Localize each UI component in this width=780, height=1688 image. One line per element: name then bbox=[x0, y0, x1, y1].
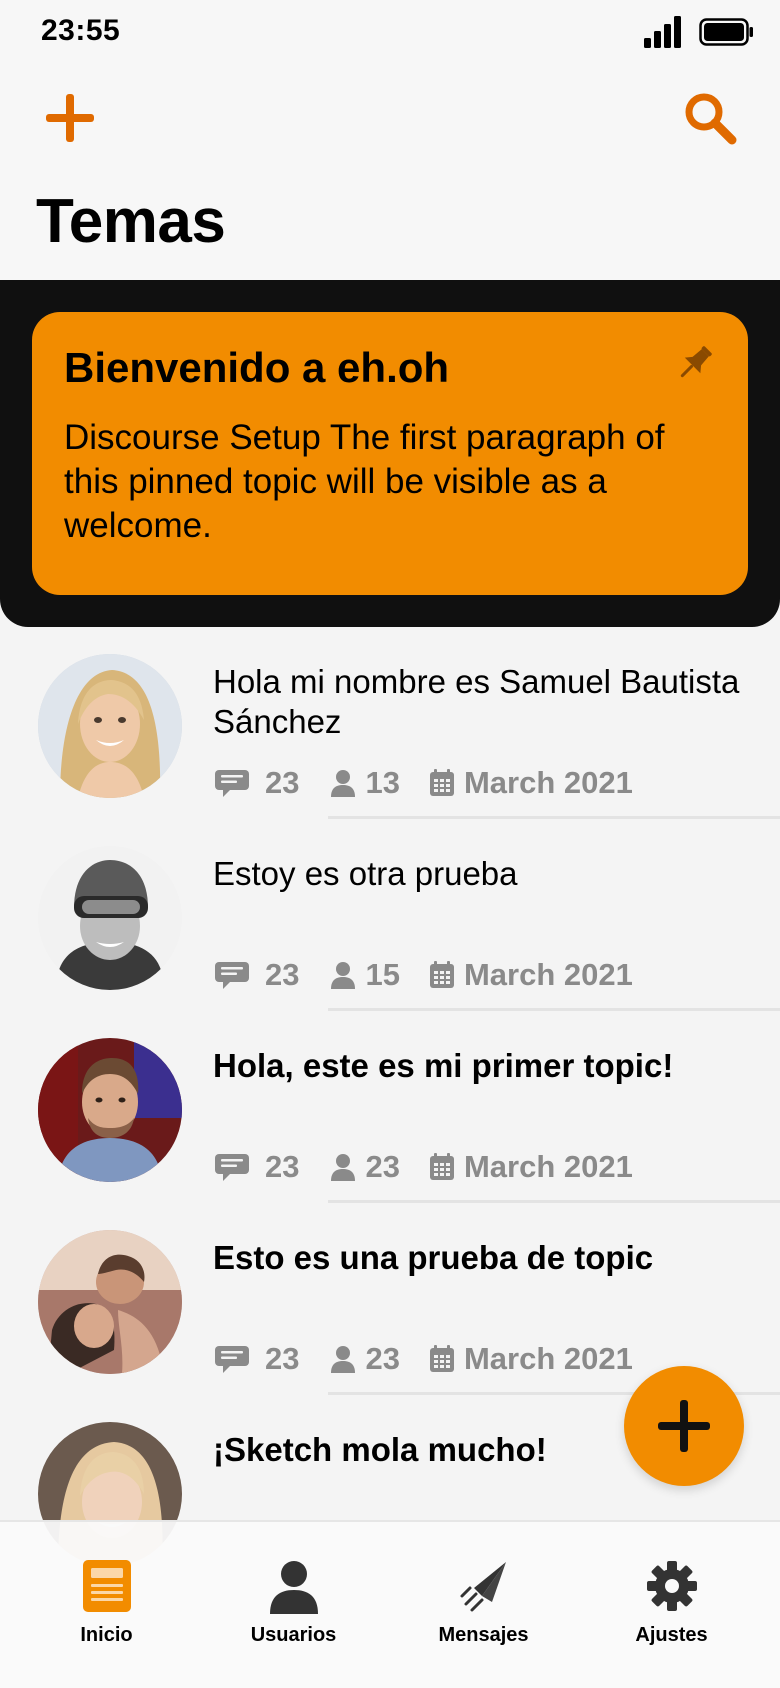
send-icon bbox=[460, 1562, 506, 1612]
replies-count: 23 bbox=[265, 1341, 300, 1376]
tab-ajustes[interactable]: Ajustes bbox=[574, 1522, 769, 1688]
replies-icon bbox=[215, 770, 249, 797]
pinned-section: Bienvenido a eh.oh Discourse Setup The f… bbox=[0, 280, 780, 627]
tab-bar: Inicio Usuarios Mensajes Ajustes bbox=[0, 1520, 780, 1688]
user-icon bbox=[331, 770, 356, 797]
tab-label: Mensajes bbox=[438, 1624, 529, 1646]
tab-inicio[interactable]: Inicio bbox=[9, 1522, 204, 1688]
topic-row[interactable]: Hola, este es mi primer topic! 23 23 Mar… bbox=[0, 1011, 780, 1203]
top-bar: 23:55 Temas bbox=[0, 0, 780, 280]
pinned-topic-card[interactable]: Bienvenido a eh.oh Discourse Setup The f… bbox=[32, 312, 748, 595]
avatar bbox=[38, 846, 182, 990]
users-count: 15 bbox=[365, 957, 400, 992]
calendar-icon bbox=[429, 1345, 454, 1372]
topic-title: Esto es una prueba de topic bbox=[213, 1239, 654, 1276]
tab-label: Usuarios bbox=[250, 1624, 337, 1646]
topic-date: March 2021 bbox=[463, 765, 633, 800]
search-button[interactable] bbox=[680, 88, 740, 148]
page-title: Temas bbox=[36, 187, 226, 256]
topic-date: March 2021 bbox=[463, 957, 633, 992]
replies-icon bbox=[215, 1154, 249, 1181]
topics-screen: 23:55 Temas Bienvenido a eh.oh Discourse… bbox=[0, 0, 780, 1688]
add-topic-button[interactable] bbox=[40, 88, 100, 148]
avatar bbox=[38, 654, 182, 798]
topic-row[interactable]: Hola mi nombre es Samuel Bautista Sánche… bbox=[0, 627, 780, 819]
topic-meta: 23 23 March 2021 bbox=[213, 1339, 633, 1379]
tab-label: Ajustes bbox=[635, 1624, 708, 1646]
topic-meta: 23 15 March 2021 bbox=[213, 955, 633, 995]
status-time: 23:55 bbox=[41, 14, 121, 47]
topic-date: March 2021 bbox=[463, 1149, 633, 1184]
plus-icon bbox=[658, 1400, 710, 1452]
replies-icon bbox=[215, 962, 249, 989]
pinned-body: Discourse Setup The first paragraph of t… bbox=[64, 418, 665, 545]
tab-mensajes[interactable]: Mensajes bbox=[386, 1522, 581, 1688]
signal-icon bbox=[644, 16, 681, 48]
users-count: 23 bbox=[365, 1149, 400, 1184]
gear-icon bbox=[647, 1561, 697, 1611]
avatar bbox=[38, 1038, 182, 1182]
calendar-icon bbox=[429, 769, 454, 796]
avatar bbox=[38, 1230, 182, 1374]
pin-icon bbox=[680, 346, 712, 378]
battery-icon bbox=[699, 18, 753, 46]
calendar-icon bbox=[429, 1153, 454, 1180]
user-icon bbox=[331, 962, 356, 989]
topic-title: Hola, este es mi primer topic! bbox=[213, 1047, 674, 1084]
replies-count: 23 bbox=[265, 1149, 300, 1184]
tab-usuarios[interactable]: Usuarios bbox=[196, 1522, 391, 1688]
topic-row[interactable]: Esto es una prueba de topic 23 23 March … bbox=[0, 1203, 780, 1395]
pinned-title: Bienvenido a eh.oh bbox=[64, 344, 450, 391]
topic-meta: 23 13 March 2021 bbox=[213, 763, 633, 803]
document-icon bbox=[83, 1560, 131, 1612]
topic-title: Hola mi nombre es Samuel Bautista Sánche… bbox=[213, 663, 740, 740]
topic-date: March 2021 bbox=[463, 1341, 633, 1376]
users-count: 23 bbox=[365, 1341, 400, 1376]
users-count: 13 bbox=[365, 765, 400, 800]
replies-icon bbox=[215, 1346, 249, 1373]
topic-meta: 23 23 March 2021 bbox=[213, 1147, 633, 1187]
new-topic-fab[interactable] bbox=[624, 1366, 744, 1486]
user-icon bbox=[270, 1561, 318, 1614]
user-icon bbox=[331, 1154, 356, 1181]
topic-row[interactable]: Estoy es otra prueba 23 15 March 2021 bbox=[0, 819, 780, 1011]
replies-count: 23 bbox=[265, 765, 300, 800]
tab-label: Inicio bbox=[80, 1624, 133, 1646]
topic-title: Estoy es otra prueba bbox=[213, 855, 518, 892]
calendar-icon bbox=[429, 961, 454, 988]
user-icon bbox=[331, 1346, 356, 1373]
replies-count: 23 bbox=[265, 957, 300, 992]
